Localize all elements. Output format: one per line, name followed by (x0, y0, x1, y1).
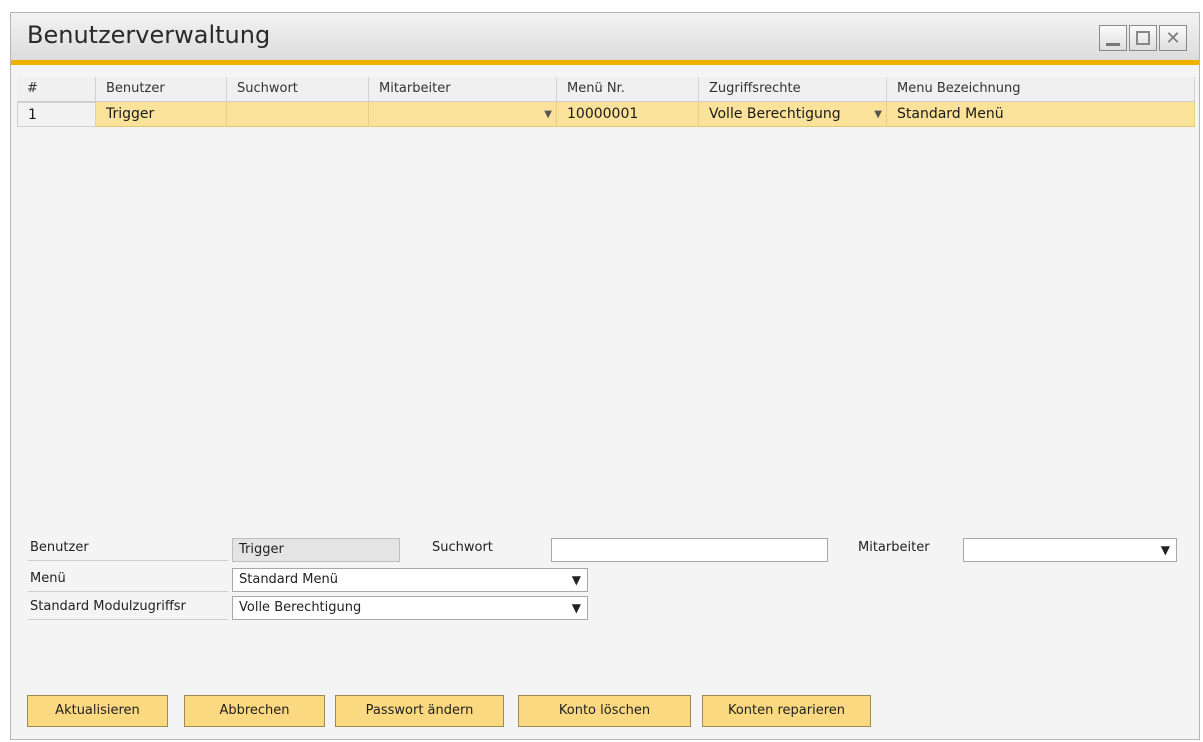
access-rights-cell-value: Volle Berechtigung (709, 106, 841, 122)
access-rights-cell[interactable]: Volle Berechtigung ▼ (699, 102, 887, 127)
employee-cell[interactable]: ▼ (369, 102, 557, 127)
menu-number-cell[interactable]: 10000001 (557, 102, 699, 127)
module-access-select-value: Volle Berechtigung (239, 600, 362, 615)
window-title: Benutzerverwaltung (27, 21, 271, 49)
chevron-down-icon[interactable]: ▼ (572, 597, 581, 619)
employee-label: Mitarbeiter (858, 540, 930, 555)
search-term-input[interactable] (551, 538, 828, 562)
dropdown-arrow-icon[interactable]: ▼ (544, 103, 552, 126)
label-divider (28, 560, 228, 561)
change-password-button[interactable]: Passwort ändern (335, 695, 504, 727)
column-header-user[interactable]: Benutzer (96, 77, 227, 102)
maximize-icon[interactable] (1129, 25, 1157, 51)
chevron-down-icon[interactable]: ▼ (1161, 539, 1170, 561)
menu-label: Menü (30, 571, 66, 586)
user-grid: # Benutzer Suchwort Mitarbeiter Menü Nr.… (17, 77, 1195, 127)
menu-description-cell[interactable]: Standard Menü (887, 102, 1195, 127)
table-row[interactable]: 1 Trigger ▼ 10000001 Volle Berechtigung … (17, 102, 1195, 127)
user-field: Trigger (232, 538, 400, 562)
window-controls: ✕ (1099, 25, 1187, 51)
grid-header-row: # Benutzer Suchwort Mitarbeiter Menü Nr.… (17, 77, 1195, 102)
chevron-down-icon[interactable]: ▼ (572, 569, 581, 591)
update-button[interactable]: Aktualisieren (27, 695, 168, 727)
user-label: Benutzer (30, 540, 89, 555)
menu-select-value: Standard Menü (239, 572, 338, 587)
column-header-access-rights[interactable]: Zugriffsrechte (699, 77, 887, 102)
label-divider (28, 619, 228, 620)
user-cell[interactable]: Trigger (96, 102, 227, 127)
repair-accounts-button[interactable]: Konten reparieren (702, 695, 871, 727)
label-divider (28, 591, 228, 592)
cancel-button[interactable]: Abbrechen (184, 695, 325, 727)
dropdown-arrow-icon[interactable]: ▼ (874, 103, 882, 126)
column-header-menu-description[interactable]: Menu Bezeichnung (887, 77, 1195, 102)
module-access-select[interactable]: Volle Berechtigung ▼ (232, 596, 588, 620)
user-management-window: Benutzerverwaltung ✕ # Benutzer Suchwort… (10, 12, 1200, 740)
minimize-icon[interactable] (1099, 25, 1127, 51)
column-header-menu-number[interactable]: Menü Nr. (557, 77, 699, 102)
column-header-search-term[interactable]: Suchwort (227, 77, 369, 102)
column-header-employee[interactable]: Mitarbeiter (369, 77, 557, 102)
search-term-cell[interactable] (227, 102, 369, 127)
delete-account-button[interactable]: Konto löschen (518, 695, 691, 727)
title-bar: Benutzerverwaltung ✕ (11, 13, 1199, 65)
close-icon[interactable]: ✕ (1159, 25, 1187, 51)
row-number-cell[interactable]: 1 (17, 102, 96, 127)
module-access-label: Standard Modulzugriffsr (30, 599, 186, 614)
search-term-label: Suchwort (432, 540, 493, 555)
column-header-number[interactable]: # (17, 77, 96, 102)
employee-select[interactable]: ▼ (963, 538, 1177, 562)
menu-select[interactable]: Standard Menü ▼ (232, 568, 588, 592)
